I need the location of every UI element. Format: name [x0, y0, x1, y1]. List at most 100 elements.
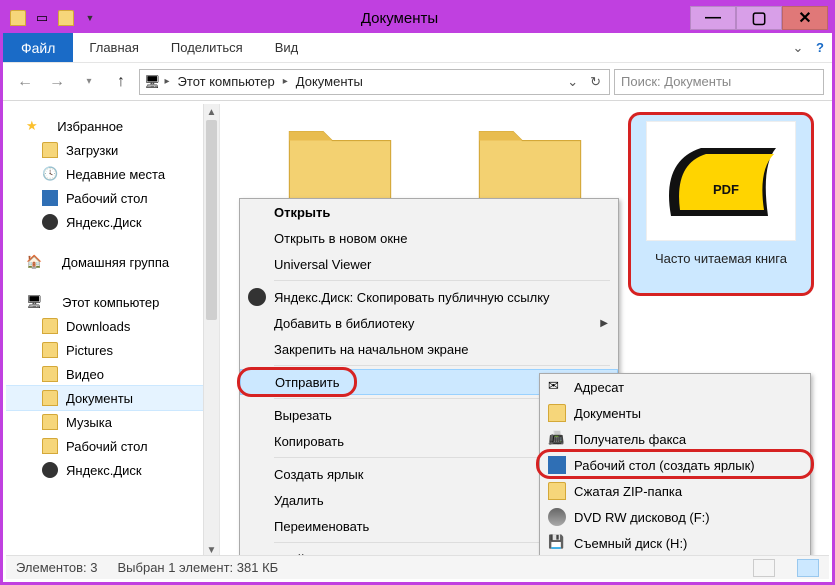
sidebar-item-documents[interactable]: Документы — [6, 386, 219, 410]
ctx-open-new-window[interactable]: Открыть в новом окне — [240, 225, 618, 251]
zip-icon — [548, 482, 566, 500]
sidebar-item-label: Рабочий стол — [66, 191, 148, 206]
sidebar-item-downloads2[interactable]: Downloads — [6, 314, 219, 338]
folder-icon — [280, 118, 400, 208]
view-details-button[interactable] — [753, 559, 775, 577]
mail-icon: ✉ — [548, 378, 566, 396]
sub-mail[interactable]: ✉ Адресат — [540, 374, 810, 400]
breadcrumb[interactable]: 🖥 ▸ Этот компьютер ▸ Документы ⌄ ↻ — [139, 69, 610, 95]
up-button[interactable]: ↑ — [107, 68, 135, 96]
ctx-label: Переименовать — [274, 519, 369, 534]
ctx-label: Добавить в библиотеку — [274, 316, 414, 331]
scroll-thumb[interactable] — [206, 120, 217, 320]
qa-properties-icon[interactable]: ▭ — [31, 7, 53, 29]
ctx-add-library[interactable]: Добавить в библиотеку▶ — [240, 310, 618, 336]
view-large-icons-button[interactable] — [797, 559, 819, 577]
cloud-icon — [248, 288, 266, 306]
sidebar-header-homegroup[interactable]: 🏠 Домашняя группа — [6, 250, 219, 274]
sidebar-item-yadisk2[interactable]: Яндекс.Диск — [6, 458, 219, 482]
sidebar-item-pictures[interactable]: Pictures — [6, 338, 219, 362]
qa-dropdown-icon[interactable]: ▼ — [79, 7, 101, 29]
status-selection: Выбран 1 элемент: 381 КБ — [118, 560, 279, 575]
sidebar-item-downloads[interactable]: Загрузки — [6, 138, 219, 162]
file-tab[interactable]: Файл — [3, 33, 73, 62]
ctx-label: Открыть — [274, 205, 330, 220]
crumb-documents[interactable]: Документы — [292, 74, 367, 89]
chevron-right-icon[interactable]: ▸ — [283, 76, 288, 87]
desktop-icon — [548, 456, 566, 474]
sidebar-item-label: Рабочий стол — [66, 439, 148, 454]
sidebar-header-thispc[interactable]: 🖥 Этот компьютер — [6, 290, 219, 314]
ctx-label: Удалить — [274, 493, 324, 508]
search-placeholder: Поиск: Документы — [621, 74, 731, 89]
pdf-thumbnail-icon: PDF — [646, 121, 796, 241]
folder-icon — [470, 118, 590, 208]
dvd-icon — [548, 508, 566, 526]
sidebar-scrollbar[interactable]: ▲ ▼ — [203, 104, 219, 558]
sidebar-item-label: Видео — [66, 367, 104, 382]
sidebar-item-yadisk[interactable]: Яндекс.Диск — [6, 210, 219, 234]
ctx-universal-viewer[interactable]: Universal Viewer — [240, 251, 618, 277]
navigation-pane: ★ Избранное Загрузки 🕓Недавние места Раб… — [6, 104, 220, 558]
ctx-label: Закрепить на начальном экране — [274, 342, 469, 357]
ctx-open[interactable]: Открыть — [240, 199, 618, 225]
sidebar-item-desktop[interactable]: Рабочий стол — [6, 186, 219, 210]
close-button[interactable]: ✕ — [782, 6, 828, 30]
fax-icon: 📠 — [548, 430, 566, 448]
sub-usb[interactable]: 💾Съемный диск (H:) — [540, 530, 810, 556]
sidebar-item-label: Яндекс.Диск — [66, 463, 142, 478]
refresh-icon[interactable]: ↻ — [586, 74, 605, 90]
sidebar-item-label: Яндекс.Диск — [66, 215, 142, 230]
ctx-label: Вырезать — [274, 408, 332, 423]
ctx-label: Создать ярлык — [274, 467, 363, 482]
maximize-button[interactable]: ▢ — [736, 6, 782, 30]
sidebar-item-label: Загрузки — [66, 143, 118, 158]
ctx-yandex-link[interactable]: Яндекс.Диск: Скопировать публичную ссылк… — [240, 284, 618, 310]
forward-button[interactable]: → — [43, 68, 71, 96]
ctx-label: Universal Viewer — [274, 257, 371, 272]
sidebar-item-desktop2[interactable]: Рабочий стол — [6, 434, 219, 458]
sidebar-header-favorites[interactable]: ★ Избранное — [6, 114, 219, 138]
minimize-button[interactable]: — — [690, 6, 736, 30]
pc-icon: 🖥 — [144, 74, 161, 90]
search-input[interactable]: Поиск: Документы — [614, 69, 824, 95]
help-icon[interactable]: ? — [808, 33, 832, 62]
sidebar-item-videos[interactable]: Видео — [6, 362, 219, 386]
scroll-up-icon[interactable]: ▲ — [204, 104, 219, 120]
address-dropdown-icon[interactable]: ⌄ — [563, 74, 582, 90]
chevron-right-icon[interactable]: ▸ — [165, 76, 170, 87]
window-icon — [7, 7, 29, 29]
sidebar-item-recent[interactable]: 🕓Недавние места — [6, 162, 219, 186]
tab-view[interactable]: Вид — [259, 33, 315, 62]
sub-desktop-shortcut[interactable]: Рабочий стол (создать ярлык) — [540, 452, 810, 478]
sidebar-item-label: Недавние места — [66, 167, 165, 182]
tab-home[interactable]: Главная — [73, 33, 154, 62]
titlebar: ▭ ▼ Документы — ▢ ✕ — [3, 3, 832, 33]
ctx-label: Документы — [574, 406, 641, 421]
file-label: Часто читаемая книга — [655, 251, 787, 266]
ribbon-expand-icon[interactable]: ⌄ — [788, 33, 808, 62]
sub-fax[interactable]: 📠Получатель факса — [540, 426, 810, 452]
sub-dvd[interactable]: DVD RW дисковод (F:) — [540, 504, 810, 530]
sidebar-item-label: Документы — [66, 391, 133, 406]
crumb-pc[interactable]: Этот компьютер — [174, 74, 279, 89]
ctx-pin-start[interactable]: Закрепить на начальном экране — [240, 336, 618, 362]
sidebar-item-label: Музыка — [66, 415, 112, 430]
sidebar-header-label: Избранное — [57, 119, 123, 134]
file-item-selected[interactable]: PDF Часто читаемая книга — [628, 112, 814, 296]
sub-documents[interactable]: Документы — [540, 400, 810, 426]
sub-zip[interactable]: Сжатая ZIP-папка — [540, 478, 810, 504]
tab-share[interactable]: Поделиться — [155, 33, 259, 62]
ribbon: Файл Главная Поделиться Вид ⌄ ? — [3, 33, 832, 63]
separator — [274, 280, 610, 281]
recent-dropdown-icon[interactable]: ▾ — [75, 68, 103, 96]
ctx-label: Адресат — [574, 380, 624, 395]
sendto-submenu: ✉ Адресат Документы 📠Получатель факса Раб… — [539, 373, 811, 557]
back-button[interactable]: ← — [11, 68, 39, 96]
ctx-label: Копировать — [274, 434, 344, 449]
status-bar: Элементов: 3 Выбран 1 элемент: 381 КБ — [6, 555, 829, 579]
address-bar: ← → ▾ ↑ 🖥 ▸ Этот компьютер ▸ Документы ⌄… — [3, 63, 832, 101]
sidebar-item-music[interactable]: Музыка — [6, 410, 219, 434]
qa-newfolder-icon[interactable] — [55, 7, 77, 29]
sidebar-item-label: Pictures — [66, 343, 113, 358]
